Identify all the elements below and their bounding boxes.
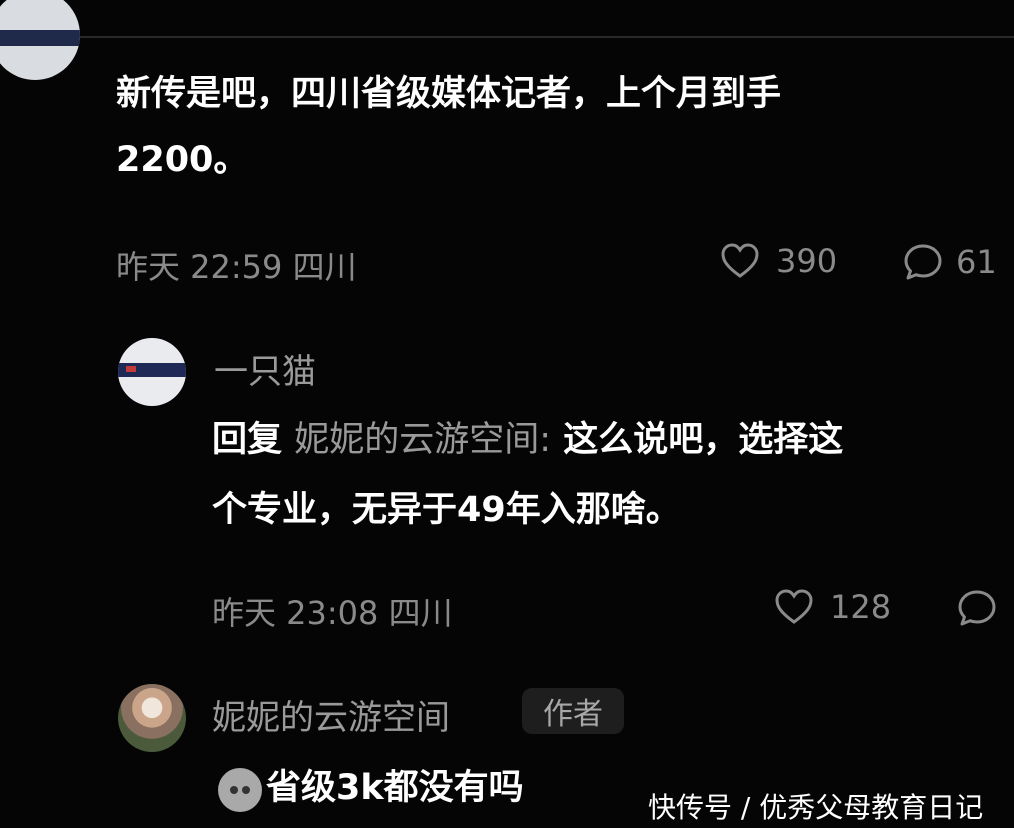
comment-text-line-1: 新传是吧，四川省级媒体记者，上个月到手 [116,74,782,114]
avatar[interactable] [0,0,80,80]
username[interactable]: 妮妮的云游空间 [212,690,450,739]
comment-meta: 昨天 22:59 四川 [116,242,357,288]
comment-text-line-2: 2200。 [116,140,249,180]
comment-meta: 昨天 23:08 四川 [212,588,453,634]
avatar[interactable] [118,338,186,406]
reply-button[interactable] [956,588,998,628]
author-badge: 作者 [522,688,624,734]
comment-location: 四川 [388,594,453,632]
watermark: 快传号 / 优秀父母教育日记 [648,791,984,824]
comment-bubble-icon [956,588,998,628]
reply-prefix: 回复 [212,420,283,460]
top-divider [0,36,1014,38]
comment-location: 四川 [292,248,357,286]
avatar[interactable] [118,684,186,752]
reply-text: 这么说吧，选择这 [563,420,844,460]
reply-text-line-1: 回复 妮妮的云游空间: 这么说吧，选择这 [212,412,843,468]
like-count: 128 [830,588,892,626]
reply-count: 61 [956,243,997,281]
reply-button[interactable]: 61 [902,242,997,282]
username[interactable]: 一只猫 [214,344,316,393]
like-count: 390 [776,242,838,280]
like-button[interactable]: 128 [774,588,891,626]
comment-time: 昨天 22:59 [116,248,283,286]
comment-bubble-icon [902,242,944,282]
heart-icon [774,588,814,626]
comment-text: 省级3k都没有吗 [266,768,524,808]
heart-icon [720,242,760,280]
reply-text-line-2: 个专业，无异于49年入那啥。 [212,490,681,530]
reply-target-link[interactable]: 妮妮的云游空间: [294,420,551,460]
comment-time: 昨天 23:08 [212,594,379,632]
grimace-emoji-icon [218,768,262,812]
like-button[interactable]: 390 [720,242,837,280]
